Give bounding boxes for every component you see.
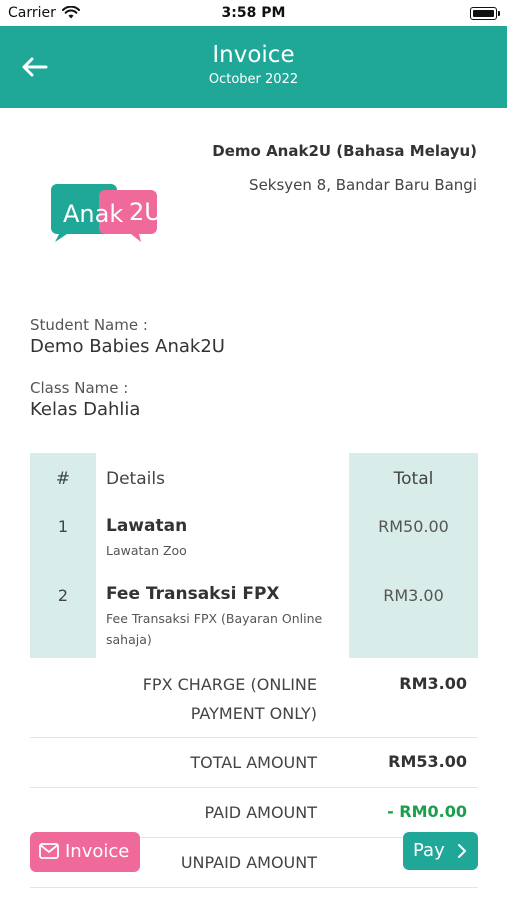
header-total: Total xyxy=(393,469,434,489)
divider xyxy=(30,737,478,738)
row-2-num: 2 xyxy=(57,586,69,605)
student-name-value: Demo Babies Anak2U xyxy=(30,336,225,357)
row-1-title: Lawatan xyxy=(106,516,188,536)
row-1-total: RM50.00 xyxy=(378,517,449,536)
fpx-charge-label: FPX CHARGE (ONLINE PAYMENT ONLY) xyxy=(142,675,317,723)
row-1-num: 1 xyxy=(57,517,69,536)
battery-icon xyxy=(470,7,500,20)
svg-text:Anak: Anak xyxy=(63,200,123,228)
page-subtitle: October 2022 xyxy=(208,72,299,87)
total-amount-value: RM53.00 xyxy=(388,752,467,771)
page-title: Invoice xyxy=(212,42,295,68)
status-time: 3:58 PM xyxy=(221,5,286,21)
pay-button[interactable]: Pay xyxy=(403,832,478,870)
total-amount-label: TOTAL AMOUNT xyxy=(190,753,317,772)
row-2-desc: Fee Transaksi FPX (Bayaran Online sahaja… xyxy=(106,611,323,647)
invoice-button-label: Invoice xyxy=(65,841,130,862)
row-1-desc: Lawatan Zoo xyxy=(106,543,187,558)
app-header: Invoice October 2022 xyxy=(0,26,507,108)
invoice-button[interactable]: Invoice xyxy=(30,832,140,872)
student-name-label: Student Name : xyxy=(30,316,148,334)
row-2-title: Fee Transaksi FPX xyxy=(106,584,280,604)
pay-button-label: Pay xyxy=(413,840,445,861)
status-bar: Carrier 3:58 PM xyxy=(0,0,507,26)
header-num: # xyxy=(55,469,71,489)
school-address: Seksyen 8, Bandar Baru Bangi xyxy=(249,176,477,194)
class-name-value: Kelas Dahlia xyxy=(30,399,141,420)
class-name-label: Class Name : xyxy=(30,379,129,397)
mail-icon xyxy=(39,843,59,859)
paid-amount-value: - RM0.00 xyxy=(387,802,467,821)
paid-amount-label: PAID AMOUNT xyxy=(204,803,318,822)
invoice-items-table: # Details Total 1 Lawatan Lawatan Zoo RM… xyxy=(30,453,478,658)
fpx-charge-value: RM3.00 xyxy=(399,674,467,693)
divider xyxy=(30,787,478,788)
divider xyxy=(30,887,478,888)
anak2u-logo: Anak 2U xyxy=(51,184,161,242)
row-2-total: RM3.00 xyxy=(383,586,444,605)
svg-text:2U: 2U xyxy=(129,198,161,226)
header-details: Details xyxy=(106,469,165,489)
school-name: Demo Anak2U (Bahasa Melayu) xyxy=(212,142,477,160)
chevron-right-icon xyxy=(458,844,466,858)
